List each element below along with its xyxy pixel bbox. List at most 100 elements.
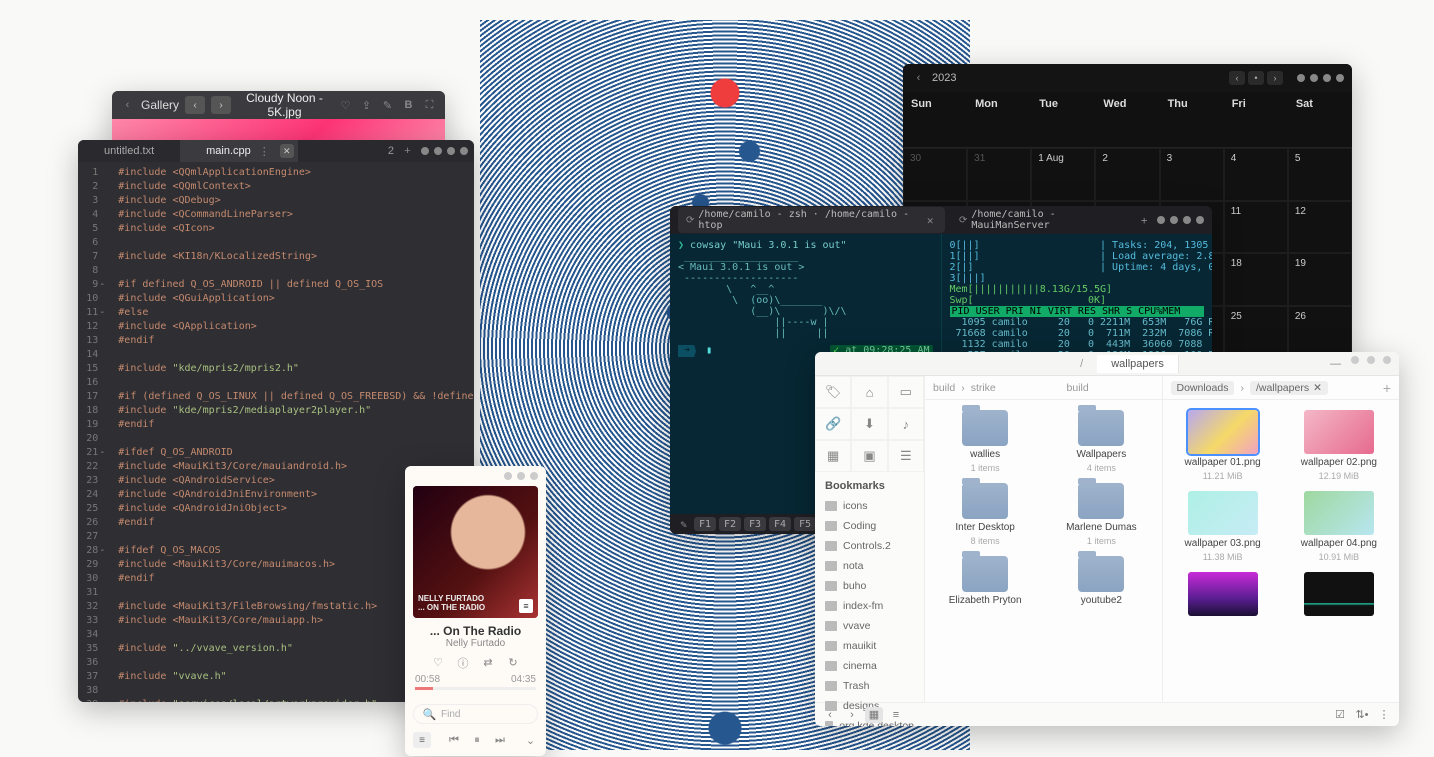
bold-icon[interactable]: B [401, 98, 416, 113]
terminal-tab[interactable]: ⟳ /home/camilo - zsh · /home/camilo - ht… [678, 207, 945, 233]
cal-next-button[interactable]: › [1267, 71, 1283, 85]
document-icon[interactable]: ☰ [888, 440, 924, 472]
edit-icon[interactable]: ✎ [380, 98, 395, 113]
folder-item[interactable]: Inter Desktop8 items [933, 483, 1037, 546]
view-list-button[interactable]: ≡ [887, 707, 905, 723]
fn-key[interactable]: F3 [744, 517, 766, 531]
path-tab-active[interactable]: wallpapers [1097, 355, 1179, 373]
bookmark-item[interactable]: nota [815, 556, 924, 576]
music-icon[interactable]: ♪ [888, 408, 924, 440]
bookmark-item[interactable]: vvave [815, 616, 924, 636]
video-icon[interactable]: ▣ [851, 440, 887, 472]
calendar-cell[interactable]: 1 Aug [1031, 148, 1095, 200]
path-tab[interactable]: / [1066, 355, 1097, 373]
calendar-cell[interactable]: 3 [1160, 148, 1224, 200]
back-label[interactable]: Gallery [141, 98, 179, 112]
menu-button[interactable]: ⋮ [1375, 707, 1393, 723]
home-icon[interactable]: ⌂ [851, 376, 887, 408]
window-controls[interactable] [1157, 216, 1204, 224]
close-icon[interactable]: ✕ [280, 144, 294, 158]
calendar-cell[interactable]: 5 [1288, 148, 1352, 200]
close-icon[interactable]: ✕ [1313, 382, 1322, 394]
window-dot[interactable] [1351, 356, 1359, 364]
add-tab-icon[interactable]: + [400, 144, 415, 159]
fn-key[interactable]: F4 [769, 517, 791, 531]
add-path-icon[interactable]: + [1383, 380, 1391, 396]
cal-prev-button[interactable]: ‹ [1229, 71, 1245, 85]
image-icon[interactable]: ▦ [815, 440, 851, 472]
heart-icon[interactable]: ♡ [338, 98, 353, 113]
window-controls[interactable] [504, 472, 538, 480]
folder-item[interactable]: wallies1 items [933, 410, 1037, 473]
nav-back-button[interactable]: ‹ [821, 707, 839, 723]
file-item[interactable]: wallpaper 01.png11.21 MiB [1171, 410, 1275, 481]
fn-key[interactable]: F5 [794, 517, 816, 531]
terminal-tab[interactable]: ⟳ /home/camilo - MauiManServer [951, 207, 1131, 233]
pause-icon[interactable]: ⏸ [470, 733, 485, 748]
bookmark-item[interactable]: buho [815, 576, 924, 596]
reload-icon[interactable]: ⟳ [959, 215, 967, 226]
chevron-down-icon[interactable]: ⌄ [523, 733, 538, 748]
editor-tab-active[interactable]: main.cpp ⋮ ✕ [180, 140, 298, 162]
minimize-icon[interactable]: — [1328, 356, 1343, 371]
window-controls[interactable] [421, 147, 468, 155]
file-item[interactable] [1287, 572, 1391, 622]
queue-button[interactable]: ≡ [413, 732, 431, 748]
file-item[interactable] [1171, 572, 1275, 622]
calendar-cell[interactable]: 12 [1288, 201, 1352, 253]
repeat-icon[interactable]: ↻ [506, 655, 521, 670]
heart-icon[interactable]: ♡ [431, 655, 446, 670]
download-icon[interactable]: ⬇ [851, 408, 887, 440]
calendar-year[interactable]: 2023 [932, 72, 956, 84]
file-item[interactable]: wallpaper 03.png11.38 MiB [1171, 491, 1275, 562]
nav-next-button[interactable]: › [211, 96, 231, 114]
share-icon[interactable]: ⇪ [359, 98, 374, 113]
bookmark-item[interactable]: mauikit [815, 636, 924, 656]
chevron-left-icon[interactable]: ‹ [120, 98, 135, 113]
search-input[interactable]: 🔍 Find [413, 704, 538, 724]
bookmark-item[interactable]: index-fm [815, 596, 924, 616]
breadcrumb[interactable]: strike [971, 382, 996, 394]
file-item[interactable]: wallpaper 04.png10.91 MiB [1287, 491, 1391, 562]
progress-bar[interactable] [415, 687, 536, 690]
editor-tab[interactable]: untitled.txt [78, 140, 180, 162]
next-icon[interactable]: ⏭ [493, 733, 508, 748]
fullscreen-icon[interactable]: ⛶ [422, 98, 437, 113]
close-icon[interactable]: ✕ [923, 213, 937, 228]
breadcrumb[interactable]: build [933, 382, 955, 394]
shuffle-icon[interactable]: ⇄ [481, 655, 496, 670]
bookmark-item[interactable]: cinema [815, 656, 924, 676]
reload-icon[interactable]: ⟳ [686, 215, 694, 226]
cal-today-button[interactable]: • [1248, 71, 1264, 85]
desktop-icon[interactable]: ▭ [888, 376, 924, 408]
chevron-left-icon[interactable]: ‹ [911, 71, 926, 86]
folder-item[interactable]: Elizabeth Pryton [933, 556, 1037, 609]
pen-icon[interactable]: ✎ [676, 517, 691, 532]
calendar-cell[interactable]: 11 [1224, 201, 1288, 253]
bookmark-item[interactable]: icons [815, 496, 924, 516]
path-chip[interactable]: /wallpapers✕ [1250, 381, 1328, 395]
calendar-cell[interactable]: 30 [903, 148, 967, 200]
calendar-cell[interactable]: 25 [1224, 306, 1288, 358]
tag-icon[interactable]: 🏷 [815, 376, 851, 408]
calendar-cell[interactable]: 2 [1095, 148, 1159, 200]
tab-menu-icon[interactable]: ⋮ [257, 144, 272, 159]
bookmark-item[interactable]: Controls.2 [815, 536, 924, 556]
calendar-cell[interactable]: 31 [967, 148, 1031, 200]
folder-item[interactable]: Wallpapers4 items [1049, 410, 1153, 473]
window-dot[interactable] [1383, 356, 1391, 364]
fn-key[interactable]: F1 [694, 517, 716, 531]
nav-prev-button[interactable]: ‹ [185, 96, 205, 114]
album-cover[interactable]: NELLY FURTADO ... ON THE RADIO ≡ [413, 486, 538, 618]
path-chip[interactable]: Downloads [1171, 381, 1235, 395]
calendar-cell[interactable]: 18 [1224, 253, 1288, 305]
file-item[interactable]: wallpaper 02.png12.19 MiB [1287, 410, 1391, 481]
fn-key[interactable]: F2 [719, 517, 741, 531]
window-controls[interactable] [1297, 74, 1344, 82]
bookmark-item[interactable]: Trash [815, 676, 924, 696]
calendar-cell[interactable]: 26 [1288, 306, 1352, 358]
window-dot[interactable] [1367, 356, 1375, 364]
info-icon[interactable]: ⓘ [456, 655, 471, 670]
select-button[interactable]: ☑ [1331, 707, 1349, 723]
nav-fwd-button[interactable]: › [843, 707, 861, 723]
